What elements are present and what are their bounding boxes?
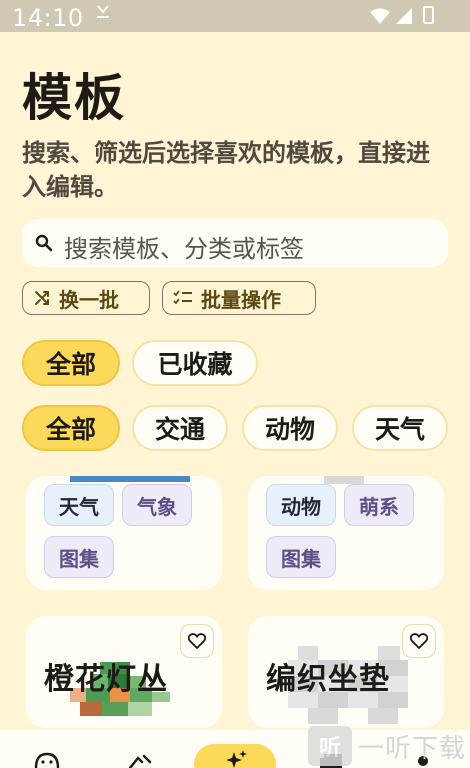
template-card[interactable]: 天气 气象 图集 <box>26 476 222 590</box>
category-weather[interactable]: 天气 <box>352 405 448 451</box>
status-bar: 14:10 <box>0 0 470 32</box>
search-icon <box>35 234 53 252</box>
tag-chip: 天气 <box>44 484 114 526</box>
watermark-text: 一听下载 <box>358 733 467 764</box>
template-card[interactable]: 橙花灯丛 <box>26 616 222 728</box>
tag-chip: 图集 <box>266 536 336 578</box>
tag-chip: 萌系 <box>344 484 414 526</box>
shuffle-button[interactable]: 换一批 <box>22 281 150 315</box>
batch-button[interactable]: 批量操作 <box>162 281 316 315</box>
heart-icon <box>410 633 428 649</box>
watermark: 听 一听下载 <box>308 726 466 766</box>
batch-label: 批量操作 <box>201 287 281 312</box>
card-thumbnail <box>70 476 190 482</box>
tag-chip: 动物 <box>266 484 336 526</box>
page-title: 模板 <box>22 69 126 127</box>
template-card[interactable]: 编织坐垫 <box>248 616 444 728</box>
sparkle-icon <box>226 750 247 768</box>
filter-favorites[interactable]: 已收藏 <box>132 340 258 386</box>
heart-icon <box>188 633 206 649</box>
shuffle-label: 换一批 <box>59 287 119 312</box>
search-input[interactable]: 搜索模板、分类或标签 <box>22 219 448 267</box>
tag-chip: 图集 <box>44 536 114 578</box>
smile-icon[interactable] <box>34 752 60 768</box>
battery-icon <box>423 6 434 24</box>
card-title: 编织坐垫 <box>266 662 390 697</box>
status-icons <box>370 8 412 24</box>
category-traffic[interactable]: 交通 <box>132 405 228 451</box>
wifi-icon <box>370 8 390 24</box>
brush-icon[interactable] <box>128 754 154 768</box>
card-thumbnail <box>324 476 364 484</box>
category-all[interactable]: 全部 <box>22 405 120 451</box>
watermark-logo: 听 <box>308 726 352 766</box>
search-placeholder: 搜索模板、分类或标签 <box>64 235 304 263</box>
filter-all[interactable]: 全部 <box>22 340 120 386</box>
favorite-button[interactable] <box>402 624 436 658</box>
nav-templates-active[interactable] <box>194 744 276 768</box>
category-animals[interactable]: 动物 <box>242 405 338 451</box>
download-icon <box>96 4 110 24</box>
shuffle-icon <box>35 291 49 305</box>
checklist-icon <box>173 290 192 305</box>
page-subtitle: 搜索、筛选后选择喜欢的模板，直接进入编辑。 <box>22 139 430 201</box>
status-time: 14:10 <box>12 4 84 32</box>
favorite-button[interactable] <box>180 624 214 658</box>
tag-chip: 气象 <box>122 484 192 526</box>
card-title: 橙花灯丛 <box>44 662 168 697</box>
template-card[interactable]: 动物 萌系 图集 <box>248 476 444 590</box>
signal-icon <box>396 8 412 24</box>
